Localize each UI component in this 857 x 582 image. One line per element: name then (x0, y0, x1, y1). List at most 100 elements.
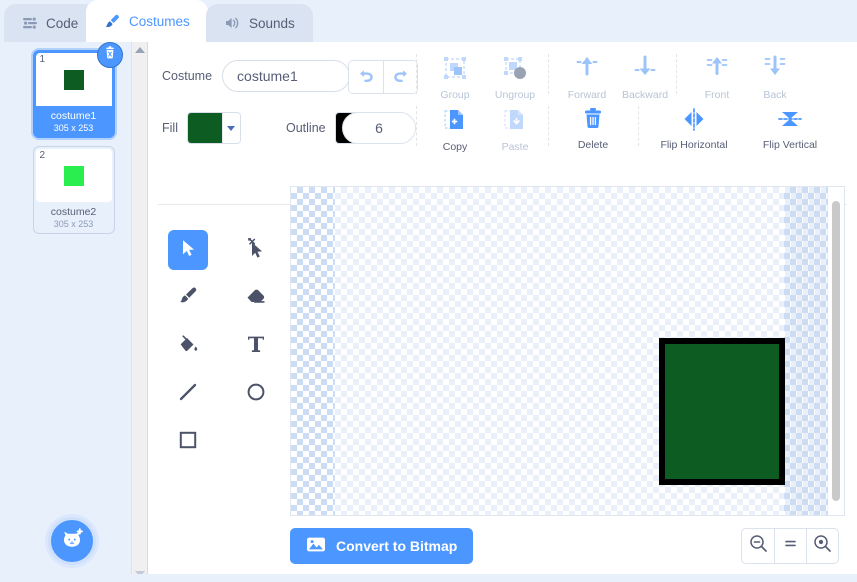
backward-button: Backward (616, 54, 674, 101)
tool-rectangle[interactable] (168, 422, 208, 462)
zoom-reset-button[interactable] (774, 529, 806, 563)
costume-size-label: 305 x 253 (53, 123, 94, 133)
back-button: Back (746, 54, 804, 101)
chevron-down-icon (221, 113, 240, 143)
paint-editor: Costume costume1 Group Ungroup Forward B… (148, 42, 857, 582)
zoom-out-button[interactable] (742, 529, 774, 563)
paint-bottom-bar: Convert to Bitmap (148, 518, 857, 582)
tab-code[interactable]: Code (4, 4, 97, 42)
costume-preview-shape (63, 165, 84, 186)
tool-line[interactable] (168, 374, 208, 414)
tool-select[interactable] (168, 230, 208, 270)
image-icon (306, 536, 326, 556)
costume-list: 1 costume1 305 x 253 2 costume2 305 x 25… (0, 42, 147, 582)
zoom-out-icon (749, 534, 768, 558)
costume-selector-panel: 1 costume1 305 x 253 2 costume2 305 x 25… (0, 42, 148, 582)
tool-eraser[interactable] (236, 278, 276, 318)
delete-costume-button[interactable] (96, 42, 123, 68)
tool-fill[interactable] (168, 326, 208, 366)
paste-icon (501, 106, 529, 139)
tool-text[interactable] (236, 326, 276, 366)
fill-color-swatch (187, 113, 222, 143)
outline-label: Outline (286, 121, 326, 135)
tab-costumes[interactable]: Costumes (86, 0, 208, 42)
back-label: Back (763, 89, 787, 101)
costume-name-label: costume2 (50, 206, 97, 218)
front-icon (703, 54, 731, 87)
copy-label: Copy (442, 141, 468, 153)
circle-icon (245, 381, 267, 408)
costume-size-label: 305 x 253 (53, 219, 94, 229)
eraser-icon (245, 285, 267, 312)
canvas-outside-band-left (291, 187, 335, 515)
flip-vertical-button[interactable]: Flip Vertical (748, 106, 832, 151)
fill-color-button[interactable] (186, 112, 241, 144)
backward-icon (631, 54, 659, 87)
front-button: Front (688, 54, 746, 101)
undo-button[interactable] (349, 61, 383, 93)
zoom-in-button[interactable] (806, 529, 838, 563)
flip-horizontal-label: Flip Horizontal (660, 139, 728, 151)
brush-icon (104, 13, 121, 30)
ungroup-label: Ungroup (494, 89, 536, 101)
zoom-reset-icon (781, 534, 800, 558)
flip-vertical-label: Flip Vertical (762, 139, 818, 151)
line-icon (177, 381, 199, 408)
tab-sounds[interactable]: Sounds (206, 4, 313, 42)
window-bottom-strip (0, 574, 857, 582)
stroke-width-input[interactable] (342, 112, 416, 144)
paint-canvas[interactable] (290, 186, 845, 516)
flip-horizontal-icon (680, 106, 708, 137)
undo-icon (357, 67, 375, 88)
canvas-shape-rectangle[interactable] (659, 338, 785, 485)
code-icon (22, 15, 38, 31)
zoom-in-icon (813, 534, 832, 558)
undo-redo-group (348, 60, 418, 94)
scroll-up-arrow-icon[interactable] (132, 42, 147, 58)
zoom-controls (741, 528, 839, 564)
tab-sounds-label: Sounds (249, 15, 295, 31)
costume-list-item-2[interactable]: 2 costume2 305 x 253 (32, 146, 115, 234)
add-costume-button[interactable] (48, 517, 96, 565)
costume-name-label: costume1 (50, 110, 97, 122)
reshape-node-icon (245, 237, 267, 264)
canvas-vertical-scrollbar[interactable] (828, 187, 844, 515)
costume-thumbnail: 2 (35, 149, 112, 202)
costume-name-input[interactable] (222, 60, 351, 92)
select-arrow-icon (178, 238, 198, 263)
group-icon (441, 54, 469, 87)
group-label: Group (440, 89, 470, 101)
delete-button[interactable]: Delete (558, 106, 628, 151)
tab-bar: Code Costumes Sounds (0, 0, 857, 42)
costume-preview-shape (63, 69, 84, 90)
fill-label: Fill (162, 121, 178, 135)
ungroup-button: Ungroup (486, 54, 544, 101)
group-button: Group (426, 54, 484, 101)
trash-icon (103, 45, 117, 65)
rectangle-icon (177, 429, 199, 456)
copy-button[interactable]: Copy (426, 106, 484, 153)
costume-list-scrollbar[interactable] (131, 42, 147, 582)
costume-list-item-1[interactable]: 1 costume1 305 x 253 (32, 42, 123, 138)
canvas-outside-band-right (784, 187, 828, 515)
copy-icon (441, 106, 469, 139)
tab-costumes-label: Costumes (129, 13, 190, 29)
add-costume-cat-icon (59, 526, 85, 557)
tool-reshape[interactable] (236, 230, 276, 270)
paste-label: Paste (501, 141, 529, 153)
canvas-scrollbar-thumb[interactable] (832, 201, 840, 501)
tool-brush[interactable] (168, 278, 208, 318)
back-icon (761, 54, 789, 87)
forward-label: Forward (567, 89, 607, 101)
paste-button: Paste (486, 106, 544, 153)
text-t-icon (245, 333, 267, 360)
redo-button[interactable] (383, 61, 417, 93)
paint-toolbar-row-1: Costume costume1 Group Ungroup Forward B… (148, 50, 857, 102)
tool-ellipse[interactable] (236, 374, 276, 414)
tab-code-label: Code (46, 15, 79, 31)
convert-to-bitmap-button[interactable]: Convert to Bitmap (290, 528, 474, 564)
ungroup-icon (501, 54, 529, 87)
flip-horizontal-button[interactable]: Flip Horizontal (648, 106, 740, 151)
delete-trash-icon (580, 106, 606, 137)
flip-vertical-icon (776, 106, 804, 137)
